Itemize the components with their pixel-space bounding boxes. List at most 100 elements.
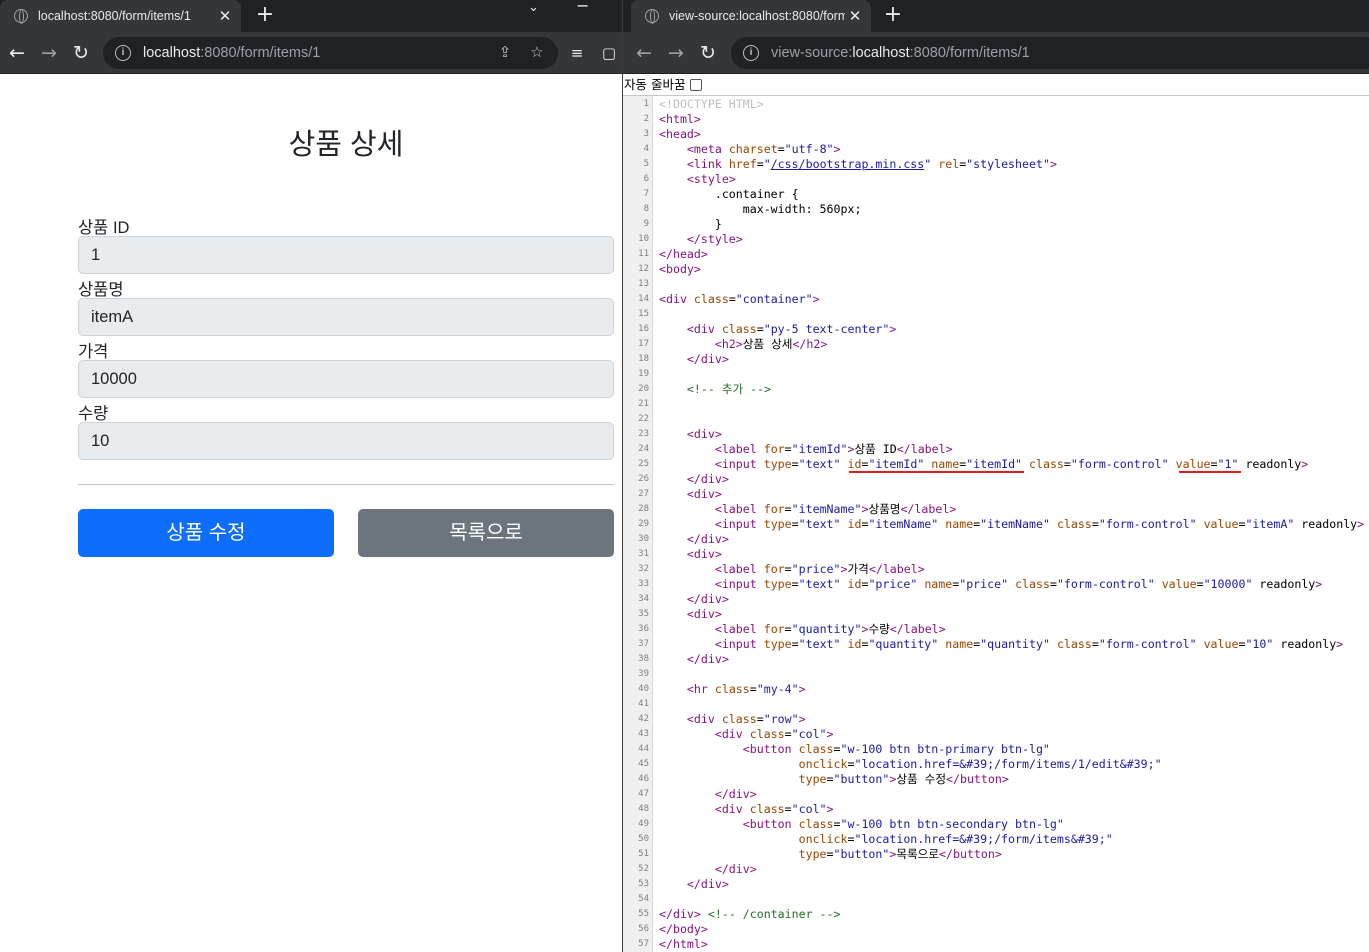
annotation-underline [1179,471,1241,473]
item-id-input[interactable]: 1 [78,236,614,274]
source-code: </div> <!-- /container --> [659,907,841,921]
edit-item-button[interactable]: 상품 수정 [78,509,334,557]
line-number: 45 [638,759,649,769]
price-label: 가격 [78,343,109,361]
url-prefix: view-source: [771,45,853,61]
tab-strip: localhost:8080/form/items/1 ✕ + ⌄ − [0,0,622,32]
star-icon[interactable]: ☆ [525,37,549,69]
price-input[interactable]: 10000 [78,360,614,398]
source-code: </div> [686,877,729,891]
source-code: <div class="container"> [659,292,820,306]
source-code: type="button">상품 수정</button> [798,772,1009,786]
line-number: 23 [638,429,649,439]
item-id-label: 상품 ID [78,219,130,237]
tab-title: localhost:8080/form/items/1 [38,9,191,23]
source-code: <!DOCTYPE HTML> [659,97,764,111]
share-icon[interactable]: ⇪ [493,37,517,69]
forward-arrow-icon[interactable]: → [36,40,62,66]
source-code: max-width: 560px; [659,202,862,216]
line-number: 5 [643,159,649,169]
line-number: 31 [638,549,649,559]
source-code: </div> [686,532,729,546]
source-code: <input type="text" id="quantity" name="q… [714,637,1344,651]
line-number: 39 [638,669,649,679]
line-number: 34 [638,594,649,604]
line-number: 13 [638,279,649,289]
tab-item-detail[interactable]: localhost:8080/form/items/1 ✕ [0,0,241,32]
forward-arrow-icon[interactable]: → [663,40,689,66]
line-number: 48 [638,804,649,814]
annotation-underline [849,471,1024,473]
source-code: </div> [714,862,757,876]
line-number: 7 [643,189,649,199]
globe-icon [14,9,28,24]
line-number: 12 [638,264,649,274]
line-number: 54 [638,894,649,904]
line-number: 52 [638,864,649,874]
address-bar[interactable]: i localhost:8080/form/items/1 ⇪ ☆ [103,37,558,69]
source-code: <input type="text" id="itemId" name="ite… [714,457,1309,471]
new-tab-button[interactable]: + [881,4,905,28]
source-code: <div> [686,427,722,441]
item-name-input[interactable]: itemA [78,298,614,336]
line-number: 14 [638,294,649,304]
line-number: 1 [643,99,649,109]
line-number: 22 [638,414,649,424]
back-arrow-icon[interactable]: ← [631,40,657,66]
line-number: 4 [643,144,649,154]
back-arrow-icon[interactable]: ← [4,40,30,66]
back-to-list-button[interactable]: 목록으로 [358,509,614,557]
source-code: <div class="row"> [686,712,806,726]
line-number: 40 [638,684,649,694]
line-number: 56 [638,924,649,934]
source-code: <body> [659,262,701,276]
divider [78,484,614,485]
source-code: <html> [659,112,701,126]
tab-view-source[interactable]: view-source:localhost:8080/form/i ✕ [631,0,871,32]
source-code: </html> [659,937,708,951]
source-code: <button class="w-100 btn btn-secondary b… [742,817,1064,831]
close-tab-icon[interactable]: ✕ [215,6,235,26]
url-host: localhost [852,45,910,61]
source-code: </div> [686,592,729,606]
line-number: 30 [638,534,649,544]
side-panel-icon[interactable]: ▢ [596,40,622,66]
quantity-label: 수량 [78,405,109,423]
reload-icon[interactable]: ↻ [68,40,94,66]
line-wrap-checkbox[interactable] [690,79,703,91]
line-number: 18 [638,354,649,364]
source-code: <div> [686,607,722,621]
source-code: onclick="location.href=&#39;/form/items&… [798,832,1113,846]
source-code: .container { [659,187,799,201]
line-number: 51 [638,849,649,859]
line-number: 10 [638,234,649,244]
source-code: </div> [714,787,757,801]
source-view: 1 <!DOCTYPE HTML> 2 <html> 3 <head> 4 <meta ch… [623,96,1369,952]
line-number: 3 [643,129,649,139]
new-tab-button[interactable]: + [253,4,277,28]
line-number: 49 [638,819,649,829]
left-browser-window: localhost:8080/form/items/1 ✕ + ⌄ − ← → … [0,0,622,952]
url-host: localhost [143,45,201,61]
source-code: <head> [659,127,701,141]
source-code: <input type="text" id="itemName" name="i… [714,517,1365,531]
line-number: 35 [638,609,649,619]
reload-icon[interactable]: ↻ [695,40,721,66]
chevron-down-icon[interactable]: ⌄ [528,0,539,15]
info-icon[interactable]: i [743,45,759,61]
source-code: </div> [686,652,729,666]
quantity-input[interactable]: 10 [78,422,614,460]
line-number: 15 [638,309,649,319]
minimize-icon[interactable]: − [576,0,589,15]
media-control-icon[interactable]: ≡ [564,40,590,66]
close-tab-icon[interactable]: ✕ [845,6,865,26]
line-number: 44 [638,744,649,754]
line-number: 24 [638,444,649,454]
info-icon[interactable]: i [115,45,131,61]
address-bar[interactable]: i view-source: localhost:8080/form/items/… [731,37,1369,69]
line-number: 28 [638,504,649,514]
line-number: 6 [643,174,649,184]
line-number: 11 [638,249,649,259]
source-code: </div> [686,352,729,366]
item-name-label: 상품명 [78,281,124,299]
